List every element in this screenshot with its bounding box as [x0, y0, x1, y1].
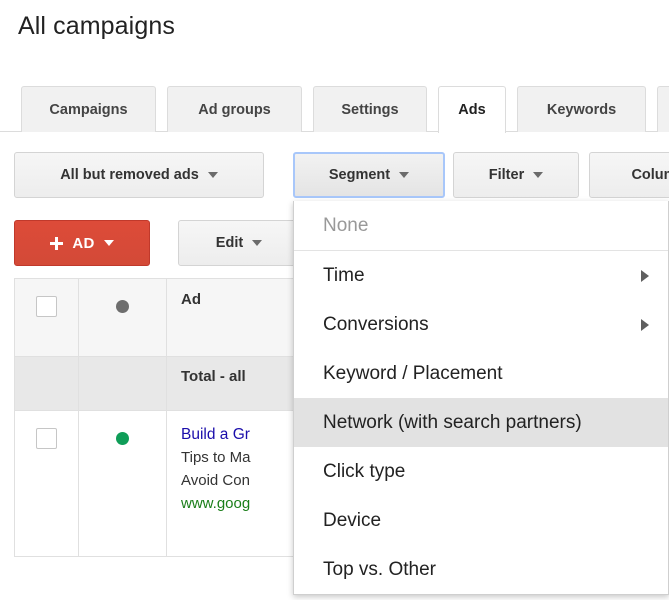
plus-icon [50, 236, 64, 250]
tab-ad-groups[interactable]: Ad groups [167, 86, 302, 132]
chevron-down-icon [103, 240, 114, 246]
chevron-down-icon [207, 172, 218, 178]
tab-settings[interactable]: Settings [313, 86, 427, 132]
menu-item-conversions[interactable]: Conversions [294, 300, 668, 349]
total-check-cell [15, 357, 79, 410]
segment-label: Segment [328, 167, 391, 183]
row-checkbox[interactable] [36, 428, 57, 449]
menu-item-label: Click type [323, 460, 406, 482]
ad-description-line-1: Tips to Ma [181, 449, 251, 466]
tab-campaigns[interactable]: Campaigns [21, 86, 156, 132]
ad-column-header-label: Ad [181, 291, 201, 308]
menu-item-device[interactable]: Device [294, 496, 668, 545]
tab-label: Keywords [546, 101, 617, 118]
ad-headline-link[interactable]: Build a Gr [181, 423, 250, 446]
menu-item-label: None [323, 214, 369, 236]
chevron-down-icon [533, 172, 544, 178]
filter-label: Filter [488, 167, 525, 183]
ad-preview: Build a Gr Tips to Ma Avoid Con www.goog [181, 423, 250, 556]
chevron-right-icon [641, 269, 649, 282]
tab-label: Ads [458, 102, 486, 118]
menu-item-label: Keyword / Placement [323, 362, 503, 384]
menu-item-label: Time [323, 264, 365, 286]
toolbar-filters: All but removed ads Segment Filter Colum [0, 152, 669, 200]
select-all-cell [15, 279, 79, 356]
row-select-cell [15, 411, 79, 556]
columns-label: Colum [631, 167, 669, 183]
ad-display-url: www.goog [181, 495, 251, 512]
menu-item-keyword-placement[interactable]: Keyword / Placement [294, 349, 668, 398]
add-ad-label: AD [72, 234, 95, 252]
main-tabstrip: Campaigns Ad groups Settings Ads Keyword… [0, 86, 669, 133]
total-status-cell [79, 357, 167, 410]
view-filter-dropdown[interactable]: All but removed ads [14, 152, 264, 198]
status-header-cell [79, 279, 167, 356]
row-status-cell [79, 411, 167, 556]
segment-dropdown-menu: None Time Conversions Keyword / Placemen… [293, 201, 669, 595]
columns-dropdown-button[interactable]: Colum [589, 152, 669, 198]
total-row-label: Total - all [181, 368, 246, 385]
select-all-checkbox[interactable] [36, 296, 57, 317]
menu-item-none[interactable]: None [294, 201, 668, 250]
tab-ads[interactable]: Ads [438, 86, 506, 133]
status-circle-icon [116, 300, 129, 313]
tab-label: Campaigns [49, 101, 128, 118]
menu-item-label: Top vs. Other [323, 558, 436, 580]
menu-item-label: Network (with search partners) [323, 411, 582, 433]
add-ad-button[interactable]: AD [14, 220, 150, 266]
chevron-down-icon [252, 240, 263, 246]
menu-item-time[interactable]: Time [294, 251, 668, 300]
ad-description-line-2: Avoid Con [181, 472, 250, 489]
edit-dropdown-button[interactable]: Edit [178, 220, 300, 266]
adwords-ads-page: All campaigns Campaigns Ad groups Settin… [0, 0, 669, 600]
menu-item-click-type[interactable]: Click type [294, 447, 668, 496]
menu-item-label: Device [323, 509, 382, 531]
status-enabled-icon [116, 432, 129, 445]
tab-label: Ad groups [198, 101, 271, 118]
edit-label: Edit [215, 235, 244, 251]
tab-keywords[interactable]: Keywords [517, 86, 646, 132]
menu-item-top-vs-other[interactable]: Top vs. Other [294, 545, 668, 594]
view-filter-label: All but removed ads [60, 167, 199, 183]
chevron-right-icon [641, 318, 649, 331]
chevron-down-icon [399, 172, 410, 178]
segment-dropdown-button[interactable]: Segment [293, 152, 445, 198]
filter-dropdown-button[interactable]: Filter [453, 152, 579, 198]
menu-item-label: Conversions [323, 313, 429, 335]
menu-item-network-with-search-partners[interactable]: Network (with search partners) [294, 398, 668, 447]
tab-label: Settings [341, 101, 399, 118]
page-title: All campaigns [18, 12, 175, 40]
tab-overflow-partial[interactable] [657, 86, 669, 132]
